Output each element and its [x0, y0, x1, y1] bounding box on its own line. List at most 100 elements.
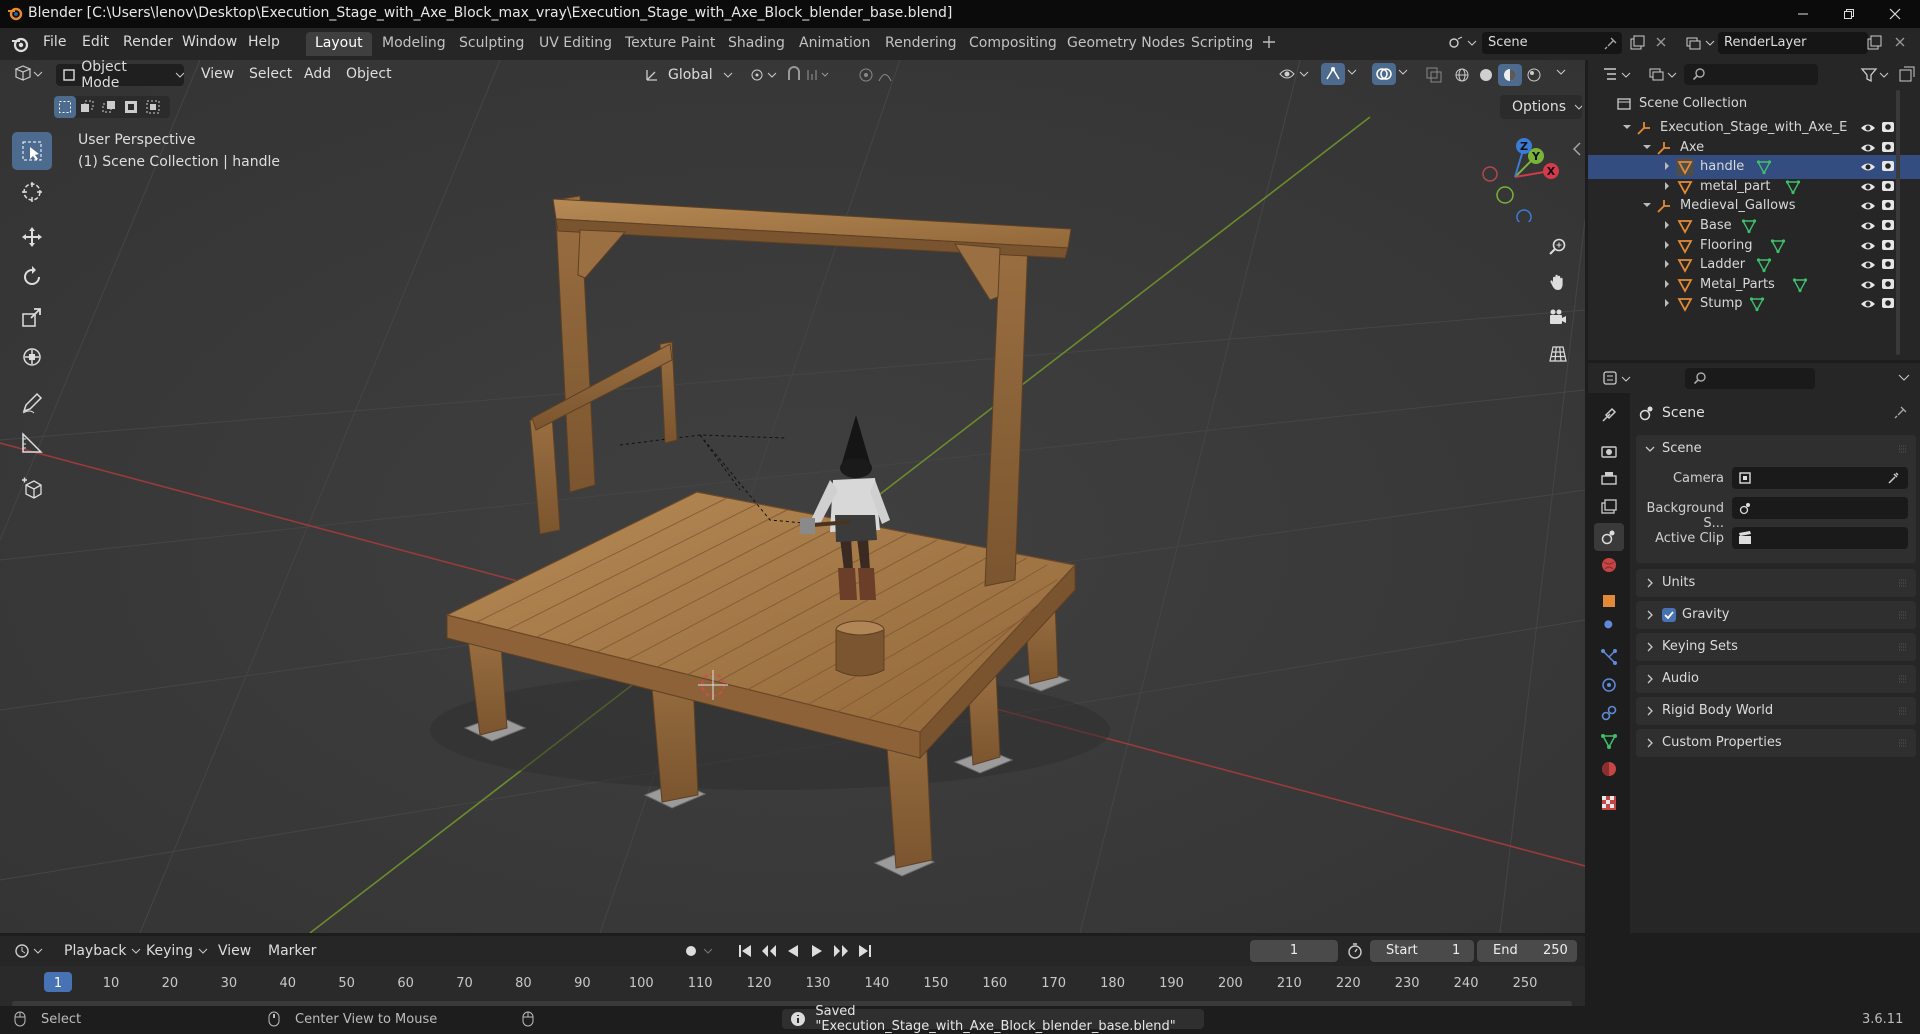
eye-icon[interactable]: [1860, 121, 1876, 135]
custom-properties-panel[interactable]: Custom Properties: [1636, 729, 1916, 757]
camera-view-icon[interactable]: [1541, 302, 1575, 334]
solid-shading-icon[interactable]: [1474, 64, 1498, 86]
select-box-tool[interactable]: [12, 132, 52, 170]
eye-icon[interactable]: [1860, 160, 1876, 174]
cursor-tool[interactable]: [12, 173, 52, 211]
mesh-data-icon[interactable]: [1741, 218, 1757, 234]
tab-modifiers[interactable]: [1594, 615, 1624, 643]
tab-compositing[interactable]: Compositing: [960, 32, 1066, 56]
menu-view[interactable]: View: [201, 66, 234, 82]
tab-scene[interactable]: [1594, 523, 1624, 551]
menu-select[interactable]: Select: [249, 66, 292, 82]
drag-handle-icon[interactable]: [1898, 444, 1908, 454]
new-collection-icon[interactable]: [1898, 65, 1916, 83]
tab-material[interactable]: [1594, 755, 1624, 783]
camera-field[interactable]: [1732, 467, 1908, 489]
render-camera-icon[interactable]: [1881, 238, 1895, 252]
menu-object[interactable]: Object: [346, 66, 392, 82]
overlays-toggle-icon[interactable]: [1372, 63, 1396, 85]
mesh-data-icon[interactable]: [1756, 257, 1772, 273]
background-set-field[interactable]: [1732, 497, 1908, 519]
outliner-row[interactable]: Scene Collection: [1588, 92, 1920, 116]
units-panel[interactable]: Units: [1636, 569, 1916, 597]
mesh-data-icon[interactable]: [1792, 277, 1808, 293]
render-camera-icon[interactable]: [1881, 198, 1895, 212]
add-workspace-icon[interactable]: [1262, 35, 1276, 49]
tab-animation[interactable]: Animation: [790, 32, 879, 56]
tab-constraints[interactable]: [1594, 699, 1624, 727]
gizmo-toggle-icon[interactable]: [1321, 63, 1345, 85]
render-camera-icon[interactable]: [1881, 257, 1895, 271]
rotate-tool[interactable]: [12, 258, 52, 296]
tab-scripting[interactable]: Scripting: [1182, 32, 1262, 56]
properties-editor-icon[interactable]: [1602, 370, 1632, 388]
outliner-scrollbar[interactable]: [1896, 90, 1900, 355]
xray-toggle-icon[interactable]: [1425, 66, 1443, 84]
select-subtract-icon[interactable]: [98, 96, 120, 118]
properties-search-input[interactable]: [1685, 368, 1815, 389]
measure-tool[interactable]: [12, 424, 52, 462]
tab-modeling[interactable]: Modeling: [373, 32, 455, 56]
tab-tool[interactable]: [1594, 401, 1624, 429]
mesh-data-icon[interactable]: [1770, 238, 1786, 254]
tab-particles[interactable]: [1594, 643, 1624, 671]
mesh-data-icon[interactable]: [1749, 296, 1765, 312]
eye-icon[interactable]: [1860, 239, 1876, 253]
chevron-right-icon[interactable]: [1662, 240, 1672, 250]
tab-shading[interactable]: Shading: [719, 32, 794, 56]
render-camera-icon[interactable]: [1881, 218, 1895, 232]
tab-output[interactable]: [1594, 465, 1624, 493]
wireframe-shading-icon[interactable]: [1450, 64, 1474, 86]
pan-hand-icon[interactable]: [1541, 266, 1575, 298]
move-tool[interactable]: [12, 218, 52, 256]
chevron-right-icon[interactable]: [1662, 181, 1672, 191]
chevron-down-icon[interactable]: [1898, 371, 1910, 383]
viewport-scene[interactable]: [0, 60, 1585, 933]
transform-tool[interactable]: [12, 338, 52, 376]
tab-view-layer[interactable]: [1594, 493, 1624, 521]
tab-uv-editing[interactable]: UV Editing: [530, 32, 621, 56]
chevron-down-icon[interactable]: [1642, 142, 1652, 152]
navigation-gizmo[interactable]: Y X Z: [1470, 132, 1560, 222]
render-camera-icon[interactable]: [1881, 179, 1895, 193]
rigid-body-world-panel[interactable]: Rigid Body World: [1636, 697, 1916, 725]
menu-window[interactable]: Window: [182, 34, 237, 50]
rendered-shading-icon[interactable]: [1522, 64, 1546, 86]
render-camera-icon[interactable]: [1881, 296, 1895, 310]
annotate-tool[interactable]: [12, 384, 52, 422]
menu-help[interactable]: Help: [248, 34, 280, 50]
eye-icon[interactable]: [1860, 219, 1876, 233]
chevron-right-icon[interactable]: [1662, 259, 1672, 269]
material-shading-icon[interactable]: [1498, 64, 1522, 86]
chevron-down-icon[interactable]: [1347, 67, 1357, 77]
tab-object[interactable]: [1594, 587, 1624, 615]
outliner-row[interactable]: Stump: [1588, 292, 1920, 316]
chevron-down-icon[interactable]: [1622, 122, 1632, 132]
menu-file[interactable]: File: [43, 34, 66, 50]
menu-render[interactable]: Render: [123, 34, 173, 50]
filter-icon[interactable]: [1860, 66, 1890, 84]
keying-sets-panel[interactable]: Keying Sets: [1636, 633, 1916, 661]
chevron-down-icon[interactable]: [1644, 443, 1656, 455]
delete-view-layer-icon[interactable]: [1893, 35, 1907, 49]
chevron-down-icon[interactable]: [1398, 67, 1408, 77]
new-scene-icon[interactable]: [1629, 35, 1645, 51]
eye-icon[interactable]: [1860, 297, 1876, 311]
new-view-layer-icon[interactable]: [1866, 35, 1882, 51]
tab-physics[interactable]: [1594, 671, 1624, 699]
scale-tool[interactable]: [12, 298, 52, 336]
editor-type-icon[interactable]: [14, 65, 44, 83]
outliner-editor-icon[interactable]: [1602, 66, 1632, 84]
mesh-data-icon[interactable]: [1785, 179, 1801, 195]
minimize-button[interactable]: [1780, 0, 1826, 28]
tab-texture[interactable]: [1594, 789, 1624, 817]
add-cube-tool[interactable]: [12, 470, 52, 508]
tab-geometry-nodes[interactable]: Geometry Nodes: [1058, 32, 1194, 56]
render-layer-field[interactable]: RenderLayer: [1718, 32, 1868, 54]
eye-icon[interactable]: [1860, 278, 1876, 292]
display-mode-icon[interactable]: [1648, 66, 1678, 84]
eye-icon[interactable]: [1860, 258, 1876, 272]
chevron-down-icon[interactable]: [1642, 200, 1652, 210]
delete-scene-icon[interactable]: [1654, 35, 1668, 49]
menu-edit[interactable]: Edit: [82, 34, 109, 50]
